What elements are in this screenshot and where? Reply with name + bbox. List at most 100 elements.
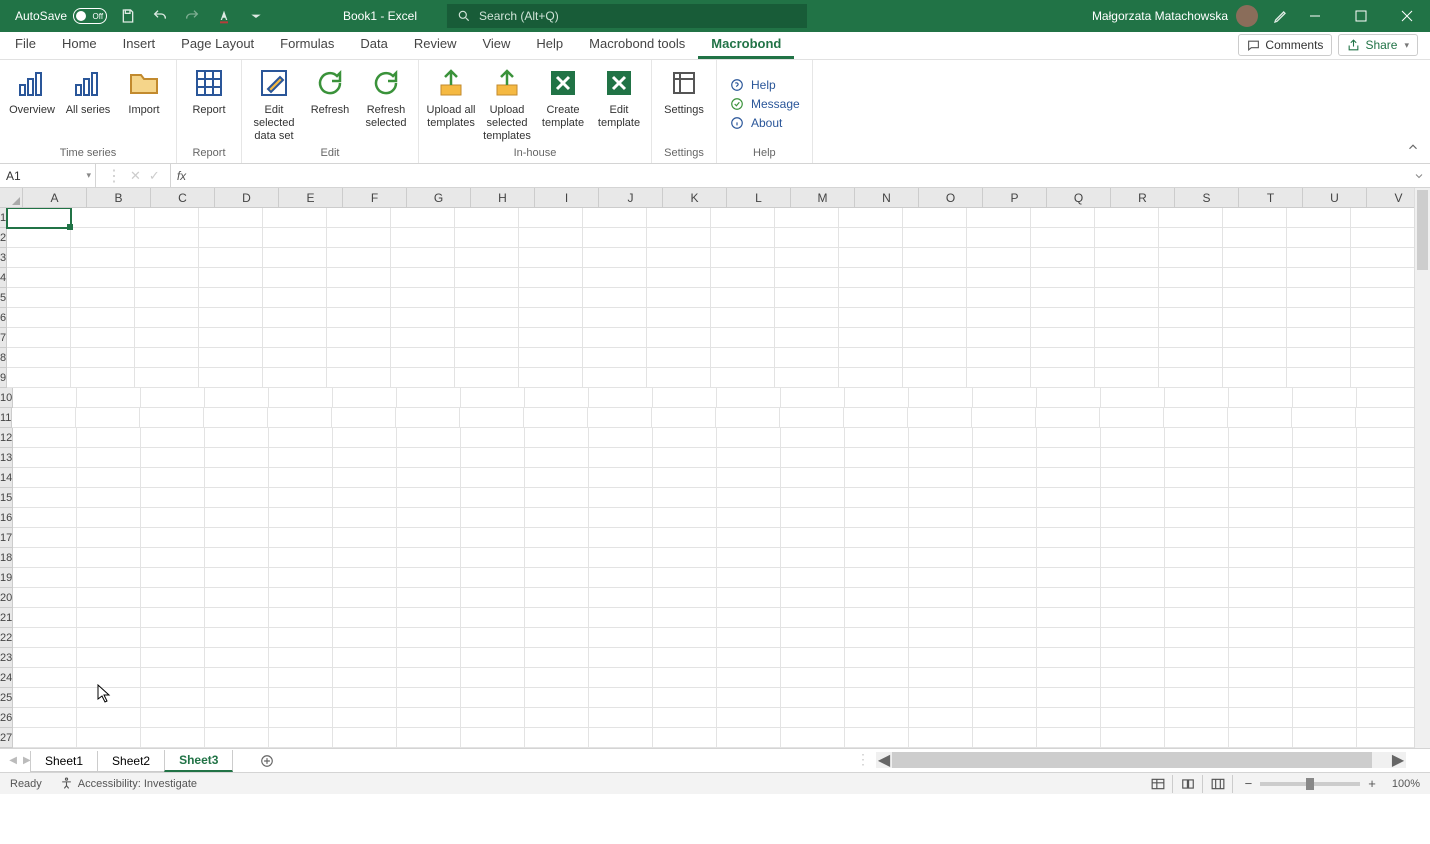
cell[interactable] xyxy=(1031,208,1095,228)
cell[interactable] xyxy=(1287,368,1351,388)
cell[interactable] xyxy=(1159,368,1223,388)
cell[interactable] xyxy=(647,228,711,248)
cell[interactable] xyxy=(781,548,845,568)
cell[interactable] xyxy=(903,328,967,348)
tab-formulas[interactable]: Formulas xyxy=(267,31,347,59)
cell[interactable] xyxy=(333,488,397,508)
cell[interactable] xyxy=(397,468,461,488)
cell[interactable] xyxy=(1351,268,1414,288)
cell[interactable] xyxy=(1101,388,1165,408)
sheet-tab[interactable]: Sheet1 xyxy=(30,751,98,772)
refresh-selected-button[interactable]: Refresh selected xyxy=(358,62,414,145)
about-button[interactable]: About xyxy=(729,115,800,131)
cell[interactable] xyxy=(711,368,775,388)
cell[interactable] xyxy=(333,588,397,608)
cell[interactable] xyxy=(333,688,397,708)
cell[interactable] xyxy=(845,568,909,588)
cell[interactable] xyxy=(263,288,327,308)
cell[interactable] xyxy=(1223,268,1287,288)
cell[interactable] xyxy=(205,588,269,608)
cell[interactable] xyxy=(141,648,205,668)
cell[interactable] xyxy=(653,568,717,588)
cell[interactable] xyxy=(525,708,589,728)
cell[interactable] xyxy=(269,468,333,488)
cell[interactable] xyxy=(525,388,589,408)
cell[interactable] xyxy=(839,228,903,248)
cell[interactable] xyxy=(461,528,525,548)
cell[interactable] xyxy=(717,708,781,728)
cell[interactable] xyxy=(973,508,1037,528)
cell[interactable] xyxy=(717,448,781,468)
cell[interactable] xyxy=(589,628,653,648)
cell[interactable] xyxy=(13,488,77,508)
share-button[interactable]: Share ▾ xyxy=(1338,34,1418,56)
cell[interactable] xyxy=(333,708,397,728)
cell[interactable] xyxy=(1165,508,1229,528)
cell[interactable] xyxy=(525,428,589,448)
cell[interactable] xyxy=(583,308,647,328)
cell[interactable] xyxy=(1095,228,1159,248)
cell[interactable] xyxy=(135,268,199,288)
row-header[interactable]: 5 xyxy=(0,288,7,308)
cell[interactable] xyxy=(199,248,263,268)
cell[interactable] xyxy=(77,728,141,748)
cell[interactable] xyxy=(1037,388,1101,408)
column-header[interactable]: Q xyxy=(1047,188,1111,207)
cell[interactable] xyxy=(455,228,519,248)
column-header[interactable]: P xyxy=(983,188,1047,207)
cell[interactable] xyxy=(205,528,269,548)
cell[interactable] xyxy=(653,468,717,488)
cell[interactable] xyxy=(13,468,77,488)
cell[interactable] xyxy=(1031,348,1095,368)
cell[interactable] xyxy=(1101,588,1165,608)
cell[interactable] xyxy=(647,328,711,348)
pen-icon[interactable] xyxy=(1270,5,1292,27)
cell[interactable] xyxy=(717,648,781,668)
cell[interactable] xyxy=(332,408,396,428)
cell[interactable] xyxy=(525,488,589,508)
row-header[interactable]: 2 xyxy=(0,228,7,248)
cell[interactable] xyxy=(909,568,973,588)
cell[interactable] xyxy=(1357,708,1414,728)
cell[interactable] xyxy=(397,708,461,728)
cell[interactable] xyxy=(141,588,205,608)
cell[interactable] xyxy=(263,348,327,368)
row-header[interactable]: 25 xyxy=(0,688,13,708)
cell[interactable] xyxy=(519,248,583,268)
cell[interactable] xyxy=(1223,228,1287,248)
cell[interactable] xyxy=(711,308,775,328)
vertical-scrollbar[interactable] xyxy=(1414,188,1430,748)
cell[interactable] xyxy=(589,508,653,528)
cell[interactable] xyxy=(1351,328,1414,348)
cell[interactable] xyxy=(77,488,141,508)
cell[interactable] xyxy=(781,668,845,688)
cell[interactable] xyxy=(717,388,781,408)
cell[interactable] xyxy=(1228,408,1292,428)
redo-icon[interactable] xyxy=(181,5,203,27)
cell[interactable] xyxy=(1037,648,1101,668)
row-header[interactable]: 7 xyxy=(0,328,7,348)
cell[interactable] xyxy=(199,368,263,388)
tab-review[interactable]: Review xyxy=(401,31,470,59)
cell[interactable] xyxy=(327,348,391,368)
cell[interactable] xyxy=(76,408,140,428)
tab-help[interactable]: Help xyxy=(523,31,576,59)
cell[interactable] xyxy=(1229,528,1293,548)
tab-split-handle[interactable]: ⋮ xyxy=(856,751,870,768)
cell[interactable] xyxy=(77,388,141,408)
cell[interactable] xyxy=(1037,688,1101,708)
cell[interactable] xyxy=(460,408,524,428)
tab-view[interactable]: View xyxy=(469,31,523,59)
cell[interactable] xyxy=(1165,388,1229,408)
cell[interactable] xyxy=(1159,268,1223,288)
page-layout-view-icon[interactable] xyxy=(1175,775,1203,793)
column-header[interactable]: C xyxy=(151,188,215,207)
cell[interactable] xyxy=(205,448,269,468)
cell[interactable] xyxy=(205,688,269,708)
cell[interactable] xyxy=(141,688,205,708)
cell[interactable] xyxy=(1229,608,1293,628)
edit-template-button[interactable]: Edit template xyxy=(591,62,647,145)
cell[interactable] xyxy=(77,608,141,628)
cell[interactable] xyxy=(1357,648,1414,668)
column-header[interactable]: G xyxy=(407,188,471,207)
